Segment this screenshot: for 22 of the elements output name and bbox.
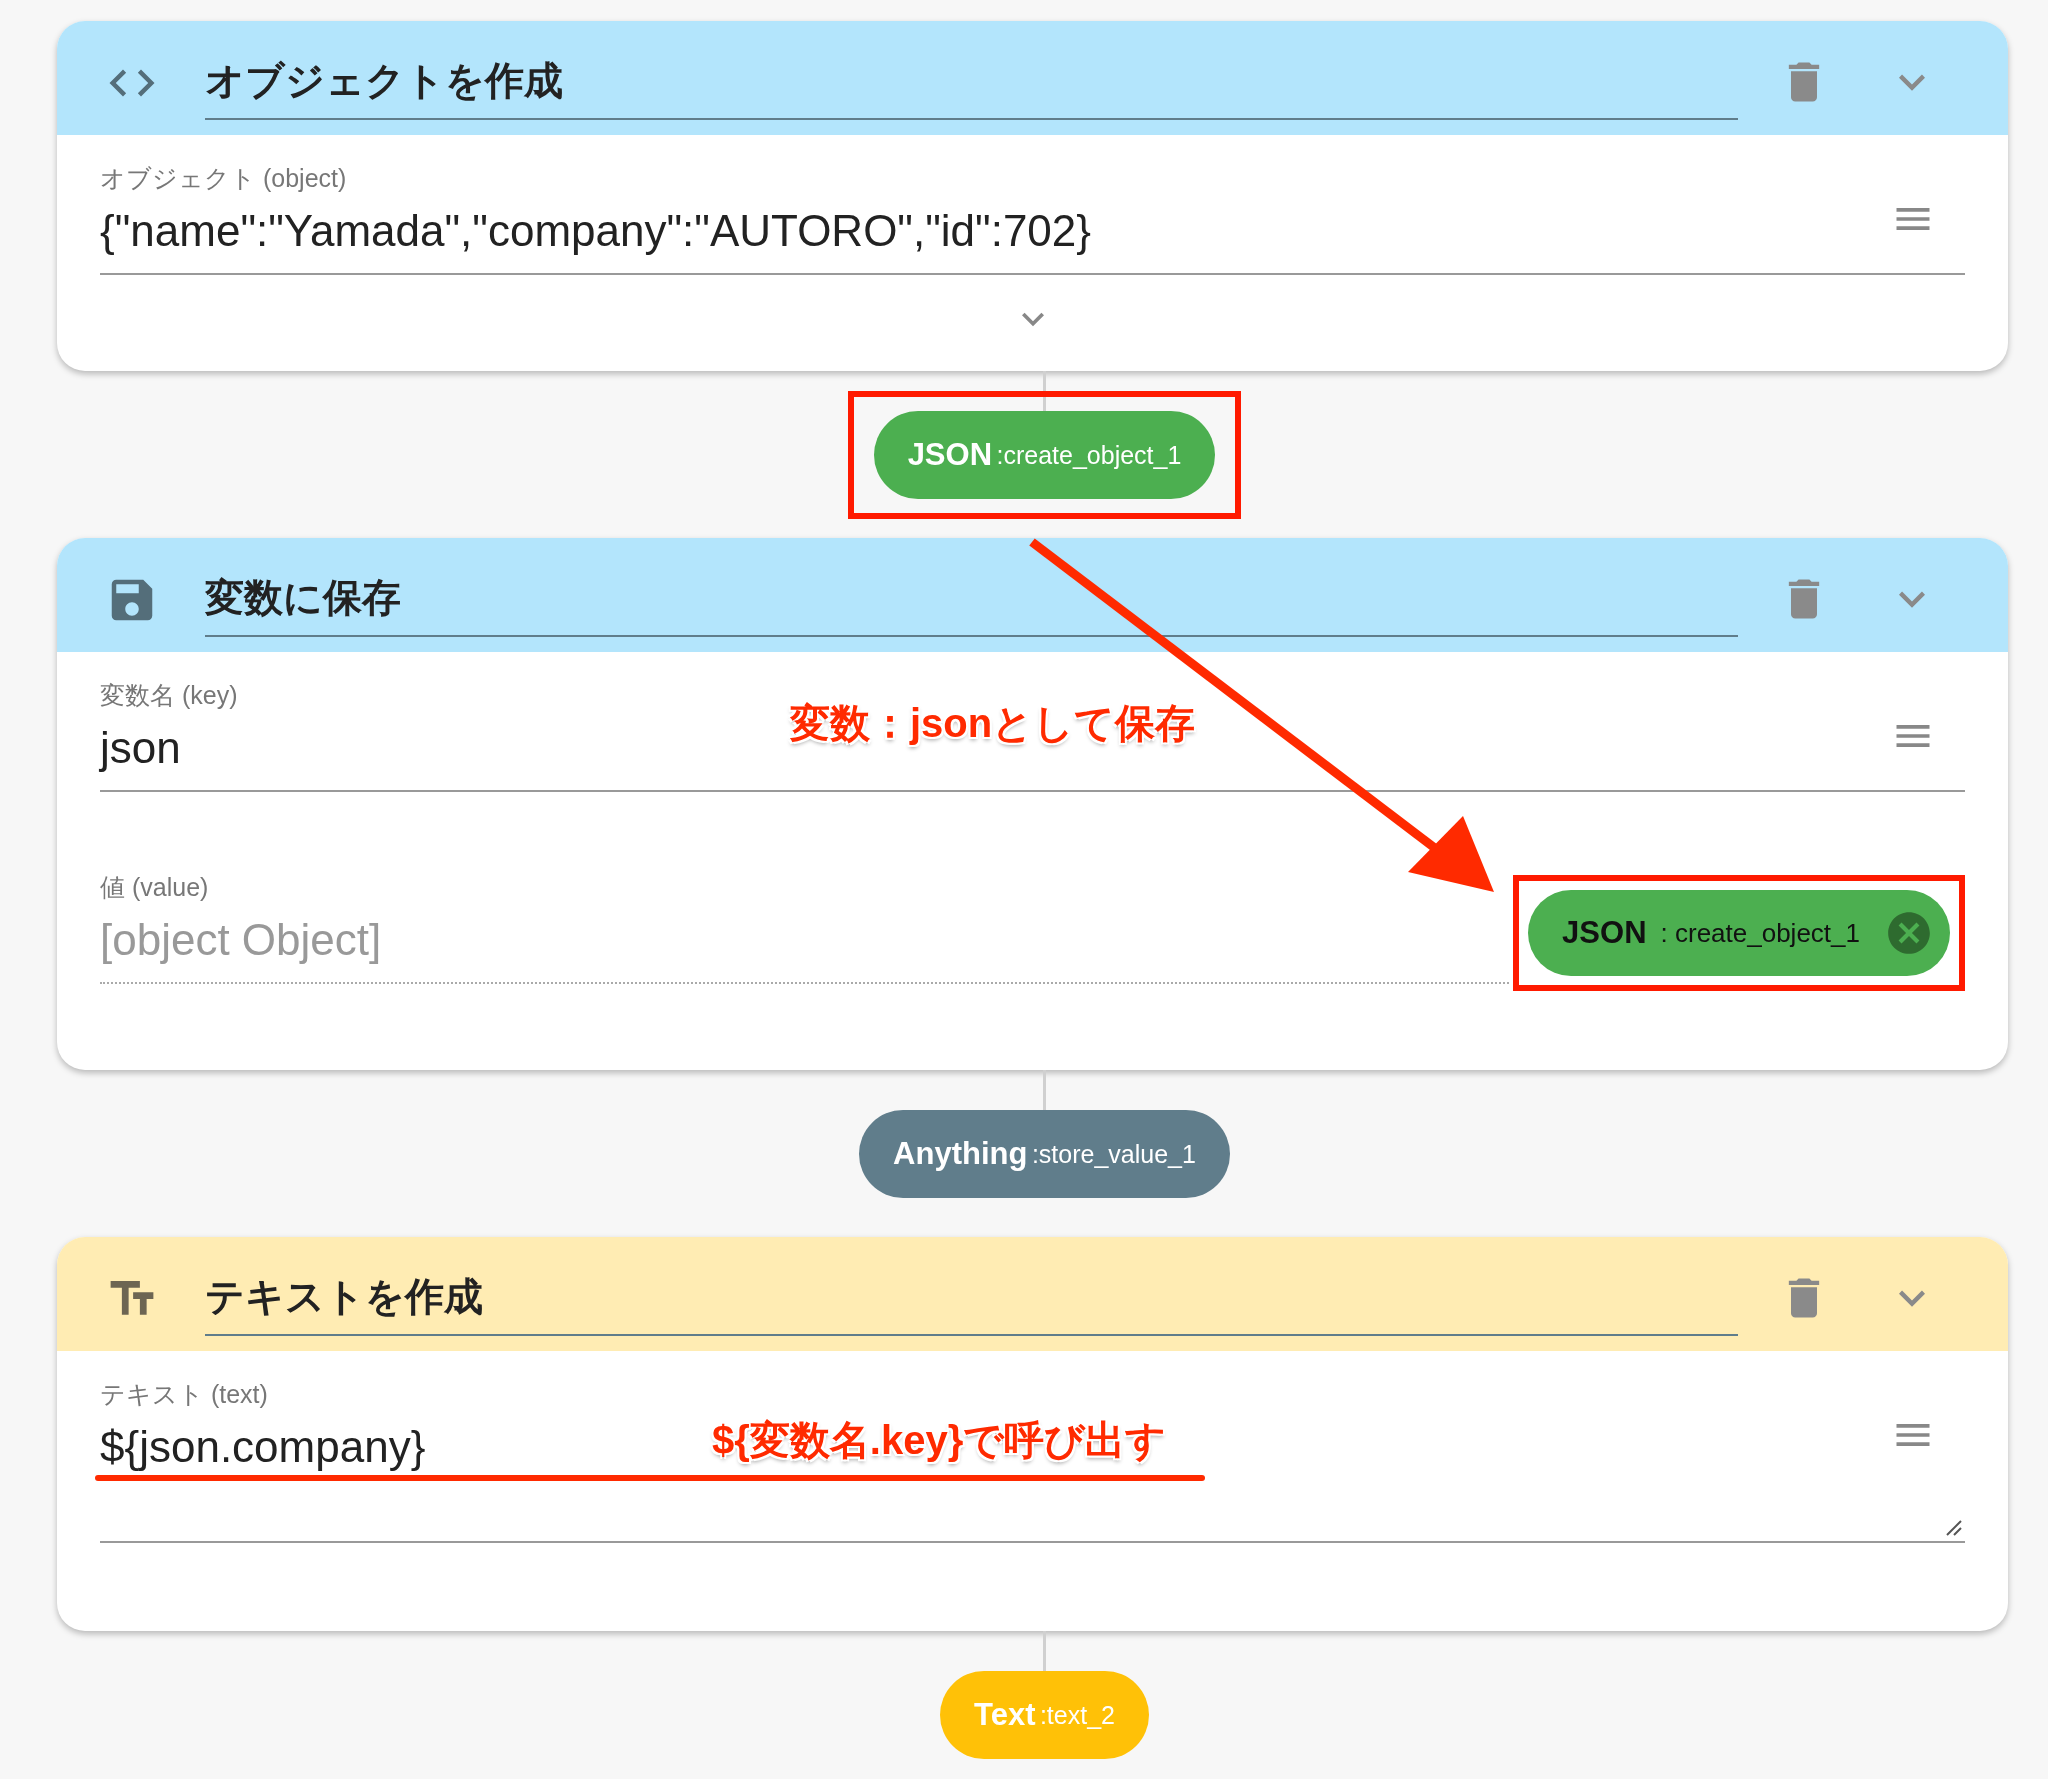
input-field[interactable]: ${json.company}: [100, 1419, 426, 1475]
pill-name: :text_2: [1039, 1700, 1115, 1730]
pill-type: JSON: [907, 437, 993, 473]
pill-name: :store_value_1: [1031, 1139, 1196, 1169]
input-field[interactable]: {"name":"Yamada","company":"AUTORO","id":702}: [100, 203, 1091, 259]
annotation-text: ${変数名.key}で呼び出す: [712, 1417, 1167, 1464]
field-label: 値 (value): [100, 872, 209, 902]
variable-chip[interactable]: JSON : create_object_1: [1528, 890, 1950, 976]
field-label: オブジェクト (object): [100, 163, 347, 193]
pill-type: Anything: [893, 1136, 1028, 1172]
chip-type: JSON: [1562, 915, 1647, 951]
pill-type: Text: [974, 1697, 1036, 1733]
chip-name: : create_object_1: [1660, 917, 1860, 949]
field-label: 変数名 (key): [100, 680, 238, 710]
annotation-text: 変数：jsonとして保存: [790, 700, 1196, 747]
field-label: テキスト (text): [100, 1379, 268, 1409]
block-title[interactable]: オブジェクトを作成: [205, 53, 563, 108]
pill-name: :create_object_1: [996, 440, 1182, 470]
block-title[interactable]: テキストを作成: [205, 1269, 483, 1324]
output-pill[interactable]: Anything:store_value_1: [859, 1110, 1230, 1198]
block-title[interactable]: 変数に保存: [205, 570, 401, 625]
input-field[interactable]: json: [100, 720, 181, 776]
